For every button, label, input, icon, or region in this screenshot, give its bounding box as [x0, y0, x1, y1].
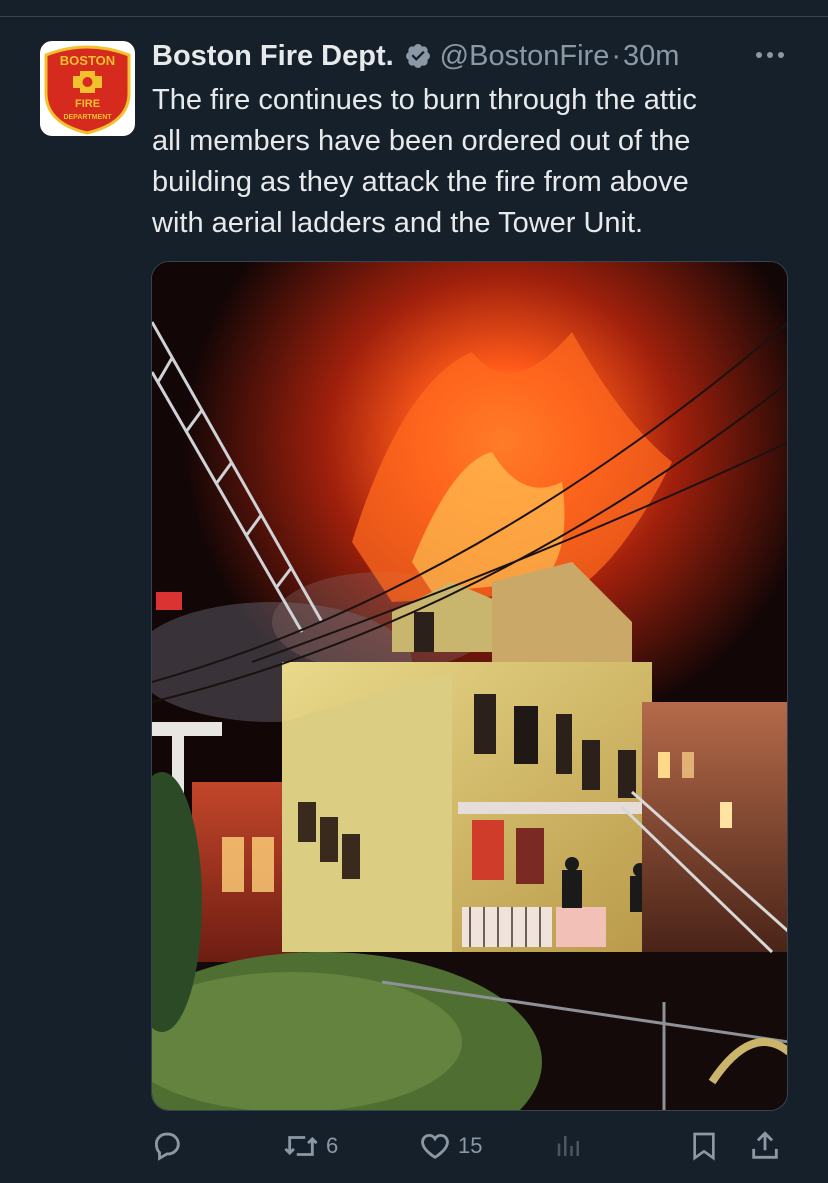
top-divider — [0, 16, 828, 17]
views-button[interactable] — [554, 1126, 584, 1166]
tweet-text-line: The fire continues to burn through the a… — [152, 84, 697, 116]
views-icon — [554, 1129, 584, 1163]
reply-icon — [150, 1129, 184, 1163]
logo-text-boston: BOSTON — [60, 53, 115, 68]
burning-house-photo — [152, 262, 787, 1110]
logo-text-department: DEPARTMENT — [63, 114, 112, 121]
share-button[interactable] — [748, 1126, 782, 1166]
timestamp[interactable]: 30m — [623, 40, 679, 73]
logo-text-fire: FIRE — [75, 98, 100, 110]
like-count: 15 — [458, 1133, 483, 1158]
like-button[interactable]: 15 — [418, 1126, 482, 1166]
action-bar: 6 15 — [150, 1126, 790, 1166]
bookmark-icon — [688, 1128, 720, 1164]
bookmark-button[interactable] — [688, 1126, 720, 1166]
verified-badge-icon[interactable] — [404, 42, 432, 70]
heart-icon — [418, 1129, 452, 1163]
retweet-icon — [282, 1129, 320, 1163]
more-options-icon[interactable] — [752, 40, 788, 70]
retweet-count: 6 — [326, 1133, 339, 1158]
handle[interactable]: @BostonFire — [440, 40, 610, 73]
retweet-button[interactable]: 6 — [282, 1126, 338, 1166]
tweet-photo[interactable] — [151, 261, 788, 1111]
avatar[interactable]: BOSTON FIRE DEPARTMENT — [40, 41, 135, 136]
tweet-text-line: with aerial ladders and the Tower Unit. — [152, 207, 644, 239]
reply-button[interactable] — [150, 1126, 184, 1166]
display-name[interactable]: Boston Fire Dept. — [152, 40, 394, 73]
tweet-text: The fire continues to burn through the a… — [152, 80, 792, 244]
tweet-header: Boston Fire Dept. @BostonFire · 30m — [152, 36, 792, 76]
logo-lettering: BOSTON FIRE DEPARTMENT — [60, 53, 115, 121]
tweet-text-line: all members have been ordered out of the — [152, 125, 691, 157]
separator: · — [611, 39, 622, 72]
share-icon — [748, 1128, 782, 1164]
tweet-text-line: building as they attack the fire from ab… — [152, 166, 689, 198]
